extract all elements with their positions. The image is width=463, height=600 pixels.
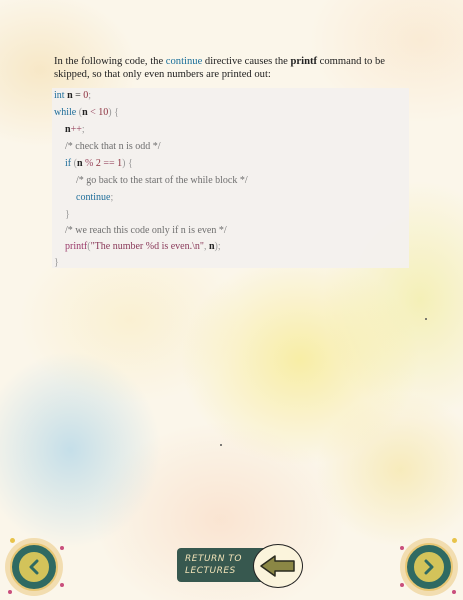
prev-button-ring (10, 543, 58, 591)
code-line-8: } (65, 209, 70, 221)
next-button-ring (405, 543, 453, 591)
next-button-inner (412, 550, 446, 584)
intro-paragraph: In the following code, the continue dire… (54, 55, 394, 81)
code-line-10: printf("The number %d is even.\n", n); (65, 241, 221, 253)
code-line-7: continue; (76, 192, 113, 204)
code-line-11: } (54, 257, 59, 269)
code-token: /* check that n is odd */ (65, 141, 161, 152)
code-token: } (65, 209, 70, 220)
sparkle-decoration (10, 538, 15, 543)
code-line-4: /* check that n is odd */ (65, 141, 161, 153)
code-token: ) { (122, 158, 133, 169)
code-token: ; (110, 192, 114, 203)
sparkle-decoration (60, 546, 64, 550)
code-token: % (82, 158, 96, 169)
sparkle-decoration (8, 590, 12, 594)
code-line-6: /* go back to the start of the while blo… (76, 175, 248, 187)
code-token: } (54, 257, 59, 268)
return-to-lectures-button[interactable]: RETURN TO LECTURES (177, 544, 303, 588)
code-line-3: n++; (65, 124, 85, 136)
code-token: < (87, 107, 99, 118)
code-line-2: while (n < 10) { (54, 107, 119, 119)
code-token: printf (65, 241, 88, 252)
code-token: ); (214, 241, 221, 252)
code-line-5: if (n % 2 == 1) { (65, 158, 133, 170)
sparkle-decoration (452, 590, 456, 594)
code-token: ; (88, 90, 92, 101)
code-token: /* we reach this code only if n is even … (65, 225, 227, 236)
prev-page-button[interactable] (5, 538, 63, 596)
next-page-button[interactable] (400, 538, 458, 596)
sparkle-decoration (400, 546, 404, 550)
sparkle-decoration (452, 538, 457, 543)
chevron-left-icon (29, 559, 39, 575)
intro-text-middle: directive causes the (202, 56, 291, 67)
speck-decoration (425, 318, 427, 320)
return-arrow-badge (253, 544, 303, 588)
code-token: ++ (70, 124, 82, 135)
code-token: 10 (98, 107, 109, 118)
lecture-page: { "intro": { "before": "In the following… (0, 0, 463, 600)
code-token: /* go back to the start of the while blo… (76, 175, 248, 186)
code-token: continue (76, 192, 111, 203)
code-line-9: /* we reach this code only if n is even … (65, 225, 227, 237)
intro-command-printf: printf (290, 56, 318, 67)
code-token: ; (81, 124, 85, 135)
sparkle-decoration (400, 583, 404, 587)
code-token: while (54, 107, 77, 118)
intro-keyword-continue: continue (165, 56, 203, 67)
code-token: = (72, 90, 84, 101)
chevron-right-icon (424, 559, 434, 575)
code-block: int n = 0; while (n < 10) { n++; /* chec… (52, 88, 409, 268)
intro-text-before: In the following code, the (54, 56, 166, 67)
code-line-1: int n = 0; (54, 90, 91, 102)
arrow-left-icon (260, 555, 295, 577)
sparkle-decoration (60, 583, 64, 587)
speck-decoration (220, 444, 222, 446)
code-token: "The number %d is even.\n" (90, 241, 204, 252)
prev-button-inner (17, 550, 51, 584)
code-token: ) { (108, 107, 119, 118)
code-token: == (100, 158, 118, 169)
code-token: int (54, 90, 65, 101)
